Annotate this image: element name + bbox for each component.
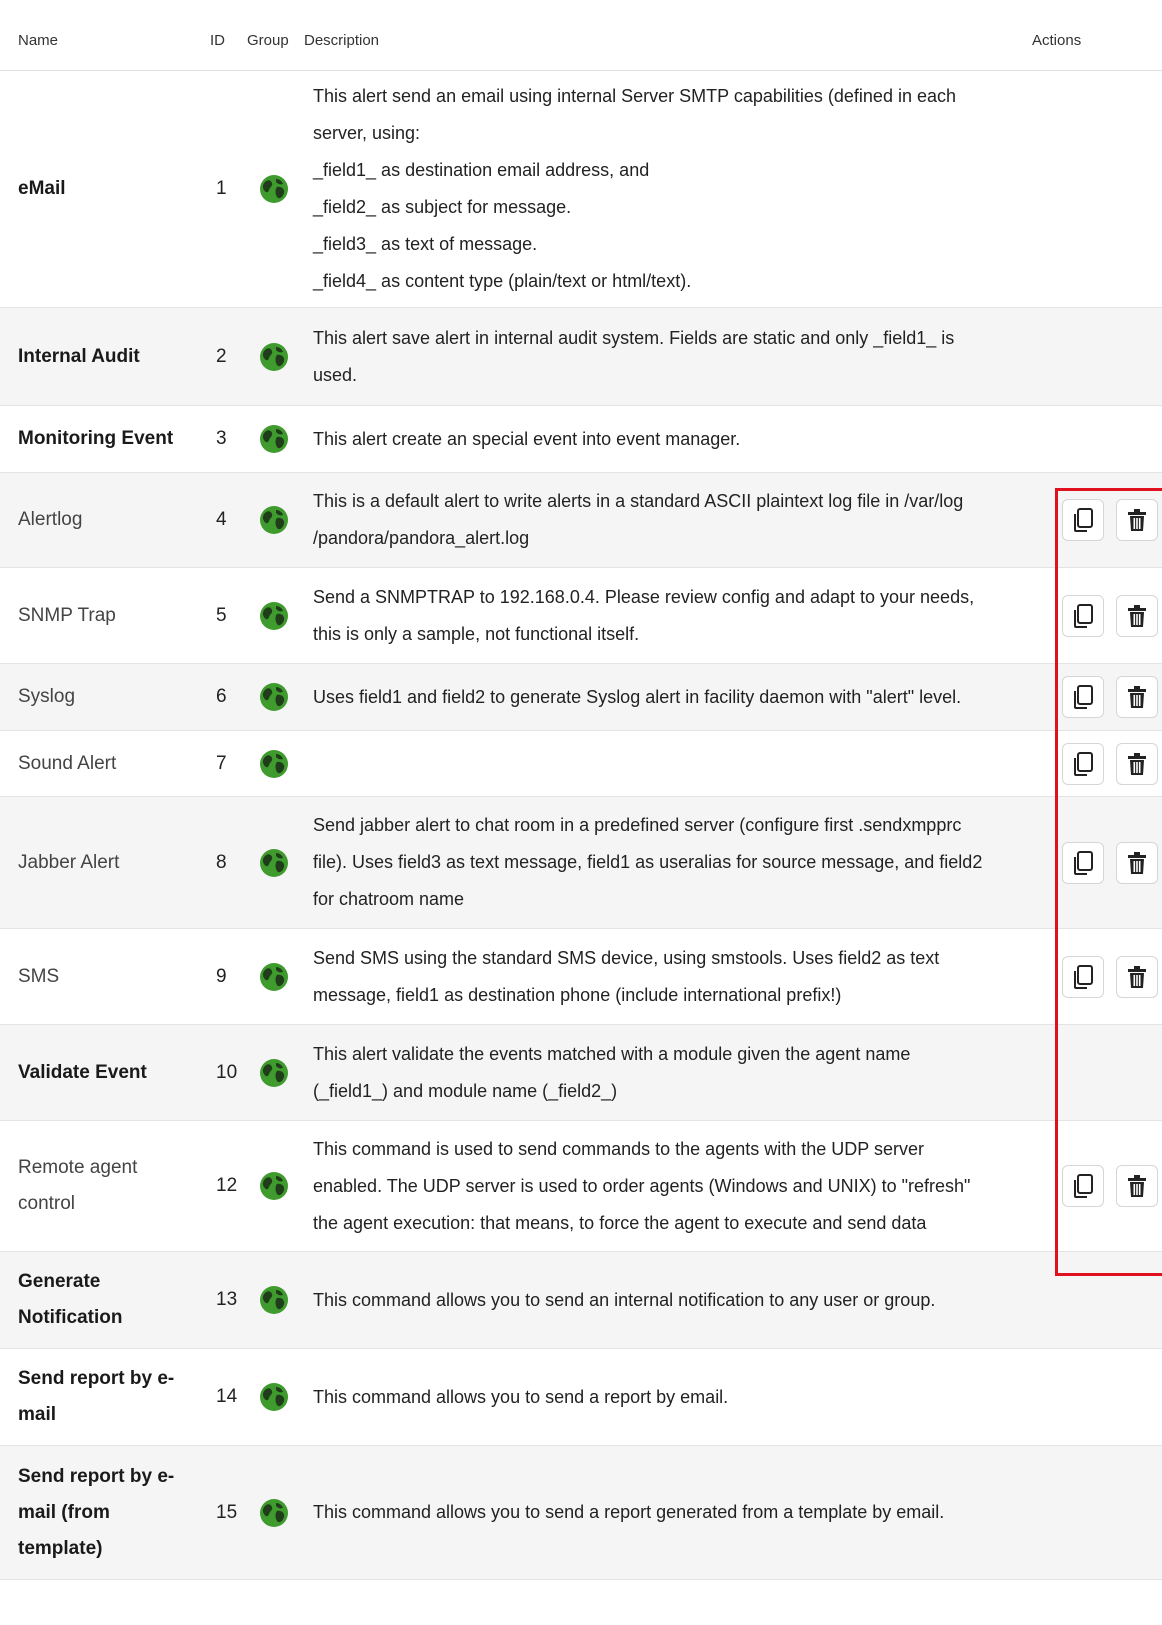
- row-actions: [1062, 473, 1158, 567]
- row-id: 1: [216, 178, 227, 199]
- row-name-link[interactable]: Sound Alert: [18, 731, 188, 796]
- header-id[interactable]: ID: [210, 32, 225, 49]
- globe-icon: [258, 929, 290, 1024]
- globe-icon: [258, 797, 290, 928]
- table-row: Sound Alert 7: [0, 731, 1162, 797]
- row-id: 2: [216, 345, 227, 367]
- row-name-link[interactable]: Internal Audit: [18, 308, 188, 405]
- copy-icon[interactable]: [1062, 499, 1104, 541]
- row-description: This alert send an email using internal …: [313, 86, 956, 291]
- table-row: Send report by e-mail 14 This command all…: [0, 1349, 1162, 1446]
- row-description: Uses field1 and field2 to generate Syslo…: [313, 686, 962, 707]
- copy-icon[interactable]: [1062, 594, 1104, 637]
- table-row: SNMP Trap 5 Send a SNMPTRAP to 192.168.0.…: [0, 568, 1162, 664]
- trash-icon[interactable]: [1116, 841, 1158, 884]
- row-description: This command allows you to send an inter…: [313, 1289, 936, 1310]
- trash-icon[interactable]: [1116, 955, 1158, 998]
- row-description: This alert validate the events matched w…: [313, 1043, 911, 1101]
- globe-icon: [258, 1025, 290, 1120]
- table-header: Name ID Group Description Actions: [0, 0, 1162, 71]
- globe-icon: [258, 568, 290, 663]
- copy-icon[interactable]: [1062, 1165, 1104, 1207]
- trash-icon[interactable]: [1116, 1165, 1158, 1207]
- row-name-link[interactable]: eMail: [18, 71, 188, 307]
- row-id: 14: [216, 1386, 238, 1407]
- table-row: SMS 9 Send SMS using the standard SMS dev…: [0, 929, 1162, 1025]
- row-description: This is a default alert to write alerts …: [313, 491, 964, 548]
- table-row: Validate Event 10 This alert validate the…: [0, 1025, 1162, 1121]
- header-actions: Actions: [1032, 32, 1082, 49]
- row-id: 10: [216, 1061, 238, 1083]
- row-description: Send a SNMPTRAP to 192.168.0.4. Please r…: [313, 586, 975, 644]
- table-body: eMail 1 This alert send an email using in…: [0, 71, 1162, 1580]
- row-actions: [1062, 1121, 1158, 1251]
- globe-icon: [258, 473, 290, 567]
- globe-icon: [258, 1121, 290, 1251]
- row-actions: [1062, 568, 1158, 663]
- row-name-link[interactable]: SNMP Trap: [18, 568, 188, 663]
- globe-icon: [258, 1446, 290, 1579]
- header-description[interactable]: Description: [304, 32, 379, 49]
- row-name-link[interactable]: Send report by e-mail (from template): [18, 1446, 188, 1579]
- row-description: Send SMS using the standard SMS device, …: [313, 947, 940, 1005]
- row-name-link[interactable]: Remote agent control: [18, 1121, 188, 1251]
- row-name-link[interactable]: SMS: [18, 929, 188, 1024]
- table-row: Remote agent control 12 This command is u…: [0, 1121, 1162, 1252]
- globe-icon: [258, 1349, 290, 1445]
- row-id: 7: [216, 752, 227, 774]
- copy-icon[interactable]: [1062, 742, 1104, 785]
- row-description: This command allows you to send a report…: [313, 1386, 729, 1407]
- row-description: This command allows you to send a report…: [313, 1502, 945, 1522]
- copy-icon[interactable]: [1062, 841, 1104, 884]
- trash-icon[interactable]: [1116, 742, 1158, 785]
- trash-icon[interactable]: [1116, 676, 1158, 718]
- row-name-link[interactable]: Generate Notification: [18, 1252, 188, 1348]
- table-row: Monitoring Event 3 This alert create an s…: [0, 406, 1162, 473]
- row-id: 6: [216, 686, 227, 707]
- globe-icon: [258, 406, 290, 472]
- row-actions: [1062, 929, 1158, 1024]
- trash-icon[interactable]: [1116, 499, 1158, 541]
- table-row: Syslog 6 Uses field1 and field2 to genera…: [0, 664, 1162, 731]
- row-id: 3: [216, 428, 227, 449]
- row-description: Send jabber alert to chat room in a pred…: [313, 815, 983, 909]
- row-id: 4: [216, 509, 227, 530]
- row-id: 9: [216, 965, 227, 987]
- row-id: 13: [216, 1289, 238, 1310]
- row-description: This command is used to send commands to…: [313, 1138, 971, 1233]
- row-name-link[interactable]: Jabber Alert: [18, 797, 188, 928]
- copy-icon[interactable]: [1062, 676, 1104, 718]
- row-description: This alert create an special event into …: [313, 428, 741, 449]
- globe-icon: [258, 71, 290, 307]
- globe-icon: [258, 731, 290, 796]
- row-id: 15: [216, 1501, 238, 1523]
- row-id: 5: [216, 604, 227, 626]
- row-id: 12: [216, 1175, 238, 1196]
- table-row: Alertlog 4 This is a default alert to wri…: [0, 473, 1162, 568]
- copy-icon[interactable]: [1062, 955, 1104, 998]
- row-actions: [1062, 664, 1158, 730]
- header-group[interactable]: Group: [247, 32, 289, 49]
- row-name-link[interactable]: Validate Event: [18, 1025, 188, 1120]
- row-description: [313, 731, 1048, 796]
- table-row: Internal Audit 2 This alert save alert in…: [0, 308, 1162, 406]
- globe-icon: [258, 664, 290, 730]
- row-name-link[interactable]: Monitoring Event: [18, 406, 188, 472]
- globe-icon: [258, 1252, 290, 1348]
- header-name[interactable]: Name: [18, 32, 58, 49]
- row-id: 8: [216, 851, 227, 873]
- row-name-link[interactable]: Alertlog: [18, 473, 188, 567]
- trash-icon[interactable]: [1116, 594, 1158, 637]
- globe-icon: [258, 308, 290, 405]
- table-row: Jabber Alert 8 Send jabber alert to chat …: [0, 797, 1162, 929]
- alert-commands-table: Name ID Group Description Actions eMail 1…: [0, 0, 1162, 1580]
- table-row: Send report by e-mail (from template) 15 …: [0, 1446, 1162, 1580]
- row-actions: [1062, 731, 1158, 796]
- table-row: Generate Notification 13 This command all…: [0, 1252, 1162, 1349]
- row-name-link[interactable]: Syslog: [18, 664, 188, 730]
- row-name-link[interactable]: Send report by e-mail: [18, 1349, 188, 1445]
- row-description: This alert save alert in internal audit …: [313, 327, 955, 385]
- table-row: eMail 1 This alert send an email using in…: [0, 71, 1162, 308]
- row-actions: [1062, 797, 1158, 928]
